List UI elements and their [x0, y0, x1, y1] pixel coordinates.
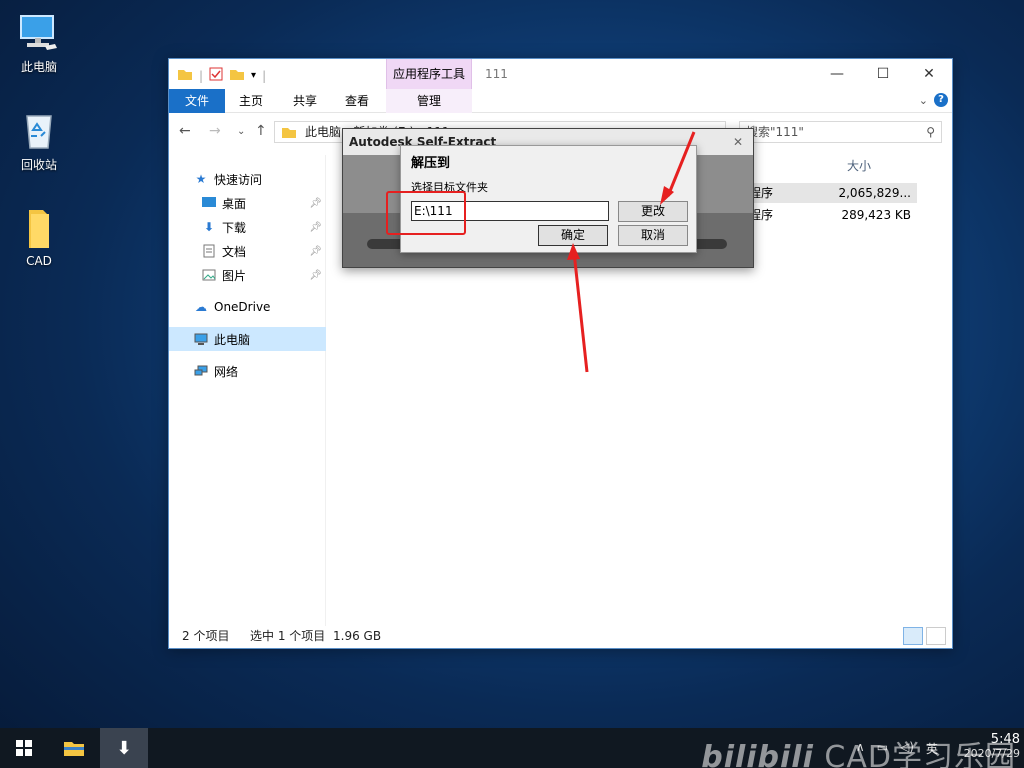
arrow-to-change-button: [666, 131, 696, 197]
folder-icon: [64, 742, 84, 756]
start-button[interactable]: [0, 728, 48, 768]
windows-logo-icon: [16, 740, 32, 756]
arrow-head-icon: [567, 243, 580, 260]
watermark: bilibili CAD学习乐园: [701, 740, 1016, 768]
download-arrow-icon: ⬇: [116, 737, 132, 759]
taskbar-self-extract[interactable]: ⬇: [100, 728, 148, 768]
arrow-to-ok-button: [572, 251, 589, 373]
taskbar-file-explorer[interactable]: [50, 728, 98, 768]
annotation-arrows: [567, 131, 696, 373]
taskbar: ⬇ ∧ ▭ ◁) 英 5:48 2020/7/29 bilibili CAD学习…: [0, 728, 1024, 768]
